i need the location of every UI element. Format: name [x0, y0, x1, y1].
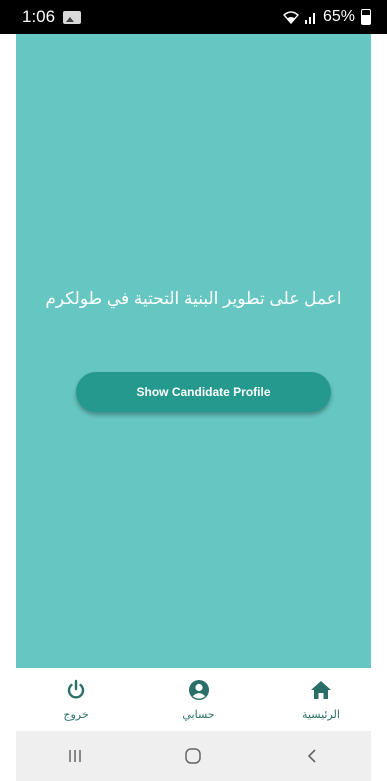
- gallery-icon: [63, 10, 82, 24]
- status-right: 65%: [282, 8, 371, 26]
- show-candidate-profile-button[interactable]: Show Candidate Profile: [76, 372, 331, 412]
- system-navigation-bar: [16, 731, 371, 781]
- nav-item-home[interactable]: الرئيسية: [291, 679, 351, 721]
- main-content: اعمل على تطوير البنية التحتية في طولكرم …: [16, 34, 371, 668]
- status-left: 1:06: [22, 7, 82, 27]
- recent-apps-icon: [69, 750, 81, 762]
- home-circle-icon: [185, 748, 202, 764]
- nav-item-logout[interactable]: خروج: [46, 679, 106, 721]
- recent-apps-button[interactable]: [55, 741, 95, 771]
- nav-item-account[interactable]: حسابي: [169, 679, 229, 721]
- power-icon: [67, 679, 85, 699]
- nav-label-logout: خروج: [63, 708, 89, 721]
- back-chevron-icon: [307, 749, 316, 763]
- status-bar: 1:06 65%: [0, 0, 387, 34]
- battery-icon: [361, 9, 371, 25]
- wifi-icon: [282, 11, 299, 24]
- nav-label-account: حسابي: [182, 708, 215, 721]
- status-time: 1:06: [22, 7, 56, 26]
- headline: اعمل على تطوير البنية التحتية في طولكرم: [45, 289, 342, 308]
- signal-icon: [304, 12, 315, 24]
- home-system-button[interactable]: [173, 741, 213, 771]
- account-icon: [188, 679, 209, 700]
- nav-label-home: الرئيسية: [302, 708, 340, 721]
- home-icon: [311, 680, 331, 699]
- bottom-nav: خروج حسابي الرئيسية: [16, 668, 371, 731]
- back-button[interactable]: [292, 741, 332, 771]
- battery-percent: 65%: [322, 8, 355, 25]
